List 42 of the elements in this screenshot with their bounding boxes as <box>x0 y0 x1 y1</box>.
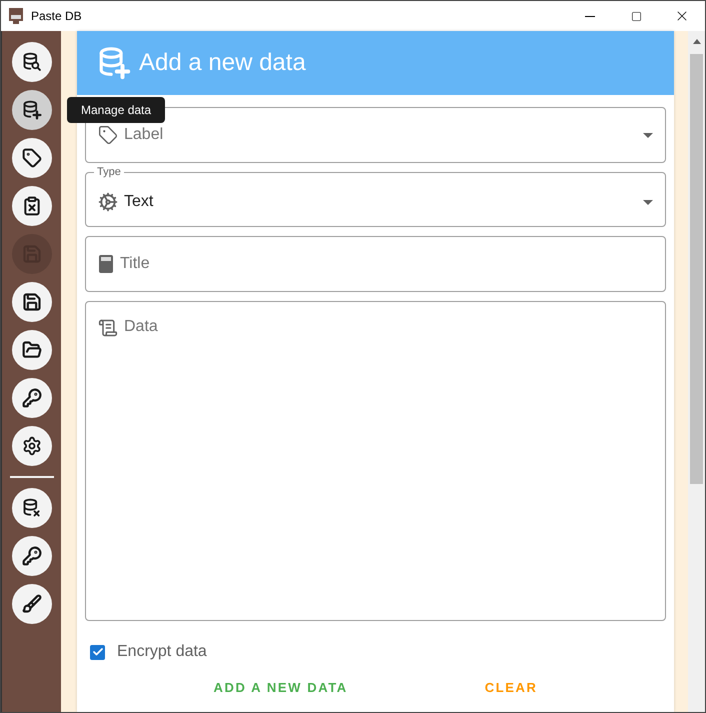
sidebar-button[interactable] <box>12 330 52 370</box>
clipboard-x-icon <box>22 196 42 216</box>
dropdown-caret-icon <box>643 132 653 138</box>
sidebar-button[interactable] <box>12 536 52 576</box>
sidebar-button[interactable] <box>12 282 52 322</box>
calculator-icon <box>98 254 114 274</box>
sidebar-button[interactable] <box>12 138 52 178</box>
app-icon <box>9 8 23 24</box>
settings-icon <box>22 436 42 456</box>
sidebar-button[interactable] <box>12 186 52 226</box>
select-field[interactable]: Type Text <box>85 166 666 227</box>
window-title: Paste DB <box>31 9 83 23</box>
field-legend: Type <box>94 166 124 178</box>
key-icon <box>22 388 42 408</box>
database-search-icon <box>22 52 42 72</box>
folder-icon <box>22 340 42 360</box>
sidebar-button[interactable] <box>12 426 52 466</box>
field-value: Text <box>124 193 154 211</box>
field-placeholder: Label <box>124 126 164 144</box>
field-placeholder: Title <box>120 255 151 273</box>
textarea-field[interactable]: Data <box>85 301 666 621</box>
scroll-icon <box>98 318 118 338</box>
database-plus-icon <box>97 46 131 80</box>
checkbox-label: Encrypt data <box>117 643 207 661</box>
dropdown-caret-icon <box>643 200 653 204</box>
field-placeholder: Data <box>124 318 159 336</box>
sidebar-button[interactable] <box>12 378 52 418</box>
scroll-up-icon[interactable] <box>692 39 700 44</box>
add-button[interactable]: ADD A NEW DATA <box>205 674 356 701</box>
checkbox[interactable] <box>90 644 105 660</box>
card-title: Add a new data <box>139 49 306 77</box>
input-field[interactable]: Title <box>85 236 666 292</box>
database-plus-icon <box>22 100 42 120</box>
maximize-icon <box>630 10 642 22</box>
scrollbar[interactable] <box>688 31 705 712</box>
sidebar-button[interactable] <box>12 90 52 130</box>
sidebar-button[interactable] <box>12 42 52 82</box>
database-remove-icon <box>22 498 42 518</box>
tooltip: Manage data <box>67 97 166 123</box>
tag-icon <box>98 125 118 145</box>
sidebar-button[interactable] <box>12 584 52 624</box>
sidebar-button[interactable] <box>12 488 52 528</box>
